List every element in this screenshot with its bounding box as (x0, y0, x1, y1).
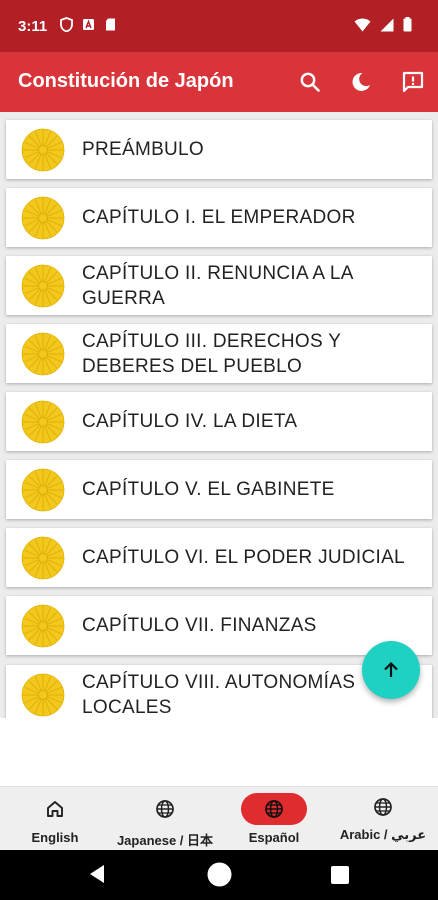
nav-item-arabic[interactable]: Arabic / عربي (328, 787, 438, 851)
chapter-label: CAPÍTULO V. EL GABINETE (82, 479, 335, 500)
nav-label-espanol: Español (248, 830, 300, 845)
globe-icon (374, 798, 392, 816)
nav-label-english: English (31, 830, 79, 845)
home-button[interactable] (207, 862, 232, 892)
nav-label-arabic: Arabic / عربي (339, 827, 427, 842)
chrysanthemum-emblem-icon (21, 332, 65, 376)
globe-icon (156, 800, 174, 818)
chapter-item[interactable]: PREÁMBULO (6, 120, 432, 179)
home-icon (47, 801, 63, 817)
nav-active-indicator (241, 793, 307, 825)
back-triangle-icon (90, 865, 104, 883)
chrysanthemum-emblem-icon (21, 604, 65, 648)
chapter-label: CAPÍTULO IV. LA DIETA (82, 411, 298, 432)
chrysanthemum-emblem-icon (21, 196, 65, 240)
chapter-item[interactable]: CAPÍTULO VII. FINANZAS (6, 596, 432, 655)
nav-item-english[interactable]: English (0, 787, 110, 851)
chapter-label: CAPÍTULO VII. FINANZAS (82, 615, 317, 636)
home-circle-icon (207, 862, 232, 887)
moon-icon (352, 72, 370, 91)
search-button[interactable] (294, 66, 326, 98)
wifi-icon (354, 18, 371, 31)
arrow-up-icon (384, 661, 398, 677)
recents-square-icon (331, 866, 349, 884)
chapter-item[interactable]: CAPÍTULO V. EL GABINETE (6, 460, 432, 519)
chrysanthemum-emblem-icon (21, 264, 65, 308)
app-title: Constitución de Japón (18, 70, 234, 92)
battery-icon (403, 17, 412, 32)
chapter-label: CAPÍTULO I. EL EMPERADOR (82, 207, 356, 228)
chapter-item[interactable]: CAPÍTULO I. EL EMPERADOR (6, 188, 432, 247)
feedback-icon (402, 71, 424, 93)
status-notification-icons (60, 17, 117, 33)
status-system-icons (354, 17, 412, 32)
feedback-button[interactable] (397, 66, 429, 98)
nav-item-japanese[interactable]: Japanese / 日本 (110, 787, 220, 851)
signal-icon (380, 18, 394, 31)
recents-button[interactable] (331, 866, 349, 889)
shield-icon (60, 17, 73, 33)
chapter-item[interactable]: CAPÍTULO IV. LA DIETA (6, 392, 432, 451)
search-icon (300, 72, 320, 92)
chapter-item[interactable]: CAPÍTULO III. DERECHOS Y DEBERES DEL PUE… (6, 324, 432, 383)
chrysanthemum-emblem-icon (21, 400, 65, 444)
scroll-to-top-button[interactable] (362, 641, 420, 699)
status-bar: 3:11 (0, 0, 438, 52)
list-end-spacer (0, 718, 438, 786)
font-icon (82, 17, 95, 32)
chapter-label: PREÁMBULO (82, 139, 205, 160)
chapter-list[interactable]: PREÁMBULO CAPÍTULO I. EL EMPERADOR CAPÍTUL… (0, 112, 438, 718)
chrysanthemum-emblem-icon (21, 536, 65, 580)
bottom-navigation: English Japanese / 日本 Español Arabic / ع… (0, 786, 438, 850)
back-button[interactable] (88, 863, 106, 890)
nav-item-espanol[interactable]: Español (219, 787, 329, 851)
chrysanthemum-emblem-icon (21, 673, 65, 717)
chrysanthemum-emblem-icon (21, 468, 65, 512)
chapter-item[interactable]: CAPÍTULO II. RENUNCIA A LA GUERRA (6, 256, 432, 315)
nav-label-japanese: Japanese / 日本 (116, 833, 214, 848)
chapter-label: CAPÍTULO II. RENUNCIA A LA GUERRA (82, 262, 353, 309)
chapter-item[interactable]: CAPÍTULO VI. EL PODER JUDICIAL (6, 528, 432, 587)
system-navigation-bar (0, 850, 438, 900)
dark-mode-button[interactable] (345, 66, 377, 98)
globe-icon (265, 800, 283, 818)
chapter-label: CAPÍTULO VI. EL PODER JUDICIAL (82, 547, 405, 568)
sd-card-icon (104, 17, 117, 32)
status-time: 3:11 (18, 18, 48, 35)
chapter-label: CAPÍTULO III. DERECHOS Y DEBERES DEL PUE… (82, 330, 341, 377)
chrysanthemum-emblem-icon (21, 128, 65, 172)
app-bar: Constitución de Japón (0, 52, 438, 112)
